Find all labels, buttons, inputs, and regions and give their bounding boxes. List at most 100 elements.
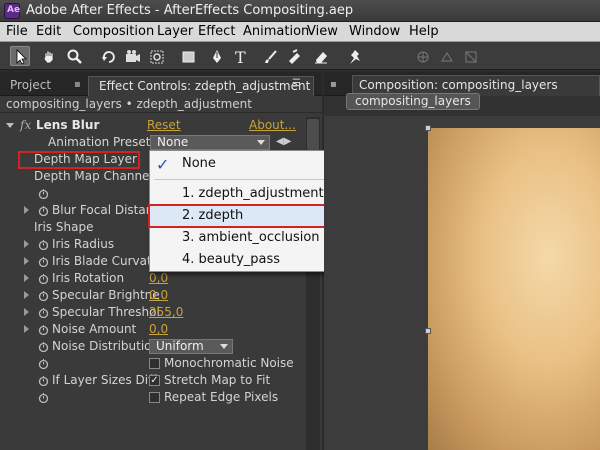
fx-icon[interactable]: fx xyxy=(20,118,31,132)
pan-behind-tool-icon[interactable] xyxy=(146,46,166,66)
animation-presets-label: Animation Presets: xyxy=(48,135,161,149)
stopwatch-icon[interactable] xyxy=(38,324,49,335)
menu-window[interactable]: Window xyxy=(349,24,400,39)
expand-triangle-icon[interactable] xyxy=(6,123,14,128)
effect-controls-tab-label: Effect Controls: zdepth_adjustment xyxy=(99,79,311,93)
zoom-tool-icon[interactable] xyxy=(64,46,84,66)
world-axis-mode-icon[interactable] xyxy=(436,46,456,66)
iris-rotation-label: Iris Rotation xyxy=(52,271,125,285)
camera-tool-icon[interactable] xyxy=(122,46,142,66)
menu-item-zdepth-adjustment[interactable]: 1. zdepth_adjustment xyxy=(150,184,352,204)
highlight-box-depth-map-layer xyxy=(18,151,140,169)
menu-file[interactable]: File xyxy=(6,24,28,39)
menu-view[interactable]: View xyxy=(307,24,338,39)
stopwatch-icon[interactable] xyxy=(38,273,49,284)
noise-amount-value[interactable]: 0,0 xyxy=(149,322,168,336)
expand-triangle-icon[interactable] xyxy=(24,206,29,214)
stopwatch-icon[interactable] xyxy=(38,341,49,352)
iris-blade-curvature-label: Iris Blade Curvatu xyxy=(52,254,160,268)
window-title: Adobe After Effects - AfterEffects Compo… xyxy=(26,3,354,18)
menu-effect[interactable]: Effect xyxy=(198,24,235,39)
stopwatch-icon[interactable] xyxy=(38,239,49,250)
rectangle-tool-icon[interactable] xyxy=(178,46,198,66)
specular-threshold-value[interactable]: 255,0 xyxy=(149,305,183,319)
property-row: Noise Amount 0,0 xyxy=(0,321,322,338)
expand-triangle-icon[interactable] xyxy=(24,325,29,333)
specular-threshold-label: Specular Threshol xyxy=(52,305,160,319)
monochromatic-noise-label: Monochromatic Noise xyxy=(164,356,294,370)
close-icon[interactable]: ▪ xyxy=(74,79,84,93)
expand-triangle-icon[interactable] xyxy=(24,291,29,299)
menu-separator xyxy=(154,179,348,180)
preset-prev-next-icon[interactable]: ◀▶ xyxy=(276,136,291,147)
menu-item-beauty-pass[interactable]: 4. beauty_pass xyxy=(150,250,352,270)
property-row: Specular Threshol 255,0 xyxy=(0,304,322,321)
selection-tool-icon[interactable] xyxy=(10,46,30,66)
highlight-box-zdepth xyxy=(148,204,345,228)
expand-triangle-icon[interactable] xyxy=(24,257,29,265)
stopwatch-icon[interactable] xyxy=(38,375,49,386)
local-axis-mode-icon[interactable] xyxy=(412,46,432,66)
stopwatch-icon[interactable] xyxy=(38,256,49,267)
specular-brightness-value[interactable]: 0,0 xyxy=(149,288,168,302)
noise-distribution-dropdown[interactable]: Uniform xyxy=(149,339,233,354)
property-row: Repeat Edge Pixels xyxy=(0,389,322,406)
reset-link[interactable]: Reset xyxy=(147,118,181,132)
clone-stamp-tool-icon[interactable] xyxy=(284,46,304,66)
property-row: Monochromatic Noise xyxy=(0,355,322,372)
tab-project[interactable]: Project xyxy=(0,76,64,96)
stretch-map-to-fit-label: Stretch Map to Fit xyxy=(164,373,271,387)
panel-menu-icon[interactable]: ☰ xyxy=(292,78,301,89)
stopwatch-icon[interactable] xyxy=(38,290,49,301)
repeat-edge-pixels-label: Repeat Edge Pixels xyxy=(164,390,279,404)
property-row: Noise Distributio Uniform xyxy=(0,338,322,355)
hand-tool-icon[interactable] xyxy=(38,46,58,66)
menu-item-none[interactable]: ✓ None xyxy=(150,154,352,174)
stopwatch-icon[interactable] xyxy=(38,188,49,199)
stretch-map-to-fit-checkbox[interactable]: ✓ xyxy=(149,375,160,386)
expand-triangle-icon[interactable] xyxy=(24,274,29,282)
noise-amount-label: Noise Amount xyxy=(52,322,137,336)
animation-presets-dropdown[interactable]: None xyxy=(150,135,270,150)
menu-animation[interactable]: Animation xyxy=(243,24,309,39)
composition-navigator-chip[interactable]: compositing_layers xyxy=(346,93,480,110)
animation-presets-value: None xyxy=(157,135,189,149)
composition-panel: ▪ Composition: compositing_layers compos… xyxy=(324,72,600,450)
stopwatch-icon[interactable] xyxy=(38,307,49,318)
eraser-tool-icon[interactable] xyxy=(310,46,330,66)
puppet-pin-tool-icon[interactable] xyxy=(344,46,364,66)
about-link[interactable]: About... xyxy=(249,118,296,132)
composition-image xyxy=(428,128,600,450)
stopwatch-icon[interactable] xyxy=(38,205,49,216)
menu-layer[interactable]: Layer xyxy=(157,24,193,39)
repeat-edge-pixels-checkbox[interactable] xyxy=(149,392,160,403)
menu-help[interactable]: Help xyxy=(409,24,439,39)
rotation-tool-icon[interactable] xyxy=(98,46,118,66)
type-tool-icon[interactable]: T xyxy=(230,46,250,66)
close-icon[interactable]: ▪ xyxy=(330,79,337,90)
blur-focal-distance-label: Blur Focal Distan xyxy=(52,203,154,217)
menu-composition[interactable]: Composition xyxy=(73,24,154,39)
property-row: Iris Rotation 0,0 xyxy=(0,270,322,287)
tab-effect-controls[interactable]: Effect Controls: zdepth_adjustment xyxy=(88,76,314,96)
monochromatic-noise-checkbox[interactable] xyxy=(149,358,160,369)
chevron-down-icon xyxy=(257,140,265,145)
expand-triangle-icon[interactable] xyxy=(24,240,29,248)
view-axis-mode-icon[interactable] xyxy=(460,46,480,66)
menu-edit[interactable]: Edit xyxy=(36,24,61,39)
after-effects-app-icon: Ae xyxy=(4,3,20,19)
composition-viewer[interactable] xyxy=(324,116,600,450)
pen-tool-icon[interactable] xyxy=(206,46,226,66)
menu-bar: File Edit Composition Layer Effect Anima… xyxy=(0,22,600,42)
menu-item-ambient-occlusion[interactable]: 3. ambient_occlusion xyxy=(150,228,352,248)
stopwatch-icon[interactable] xyxy=(38,358,49,369)
expand-triangle-icon[interactable] xyxy=(24,308,29,316)
layer-handle-left[interactable] xyxy=(425,328,431,334)
effect-header-row: fx Lens Blur Reset About... xyxy=(0,117,322,134)
stopwatch-icon[interactable] xyxy=(38,392,49,403)
iris-shape-label: Iris Shape xyxy=(34,220,94,234)
brush-tool-icon[interactable] xyxy=(260,46,280,66)
layer-handle-top-left[interactable] xyxy=(425,125,431,131)
noise-distribution-value: Uniform xyxy=(156,339,204,353)
iris-rotation-value[interactable]: 0,0 xyxy=(149,271,168,285)
